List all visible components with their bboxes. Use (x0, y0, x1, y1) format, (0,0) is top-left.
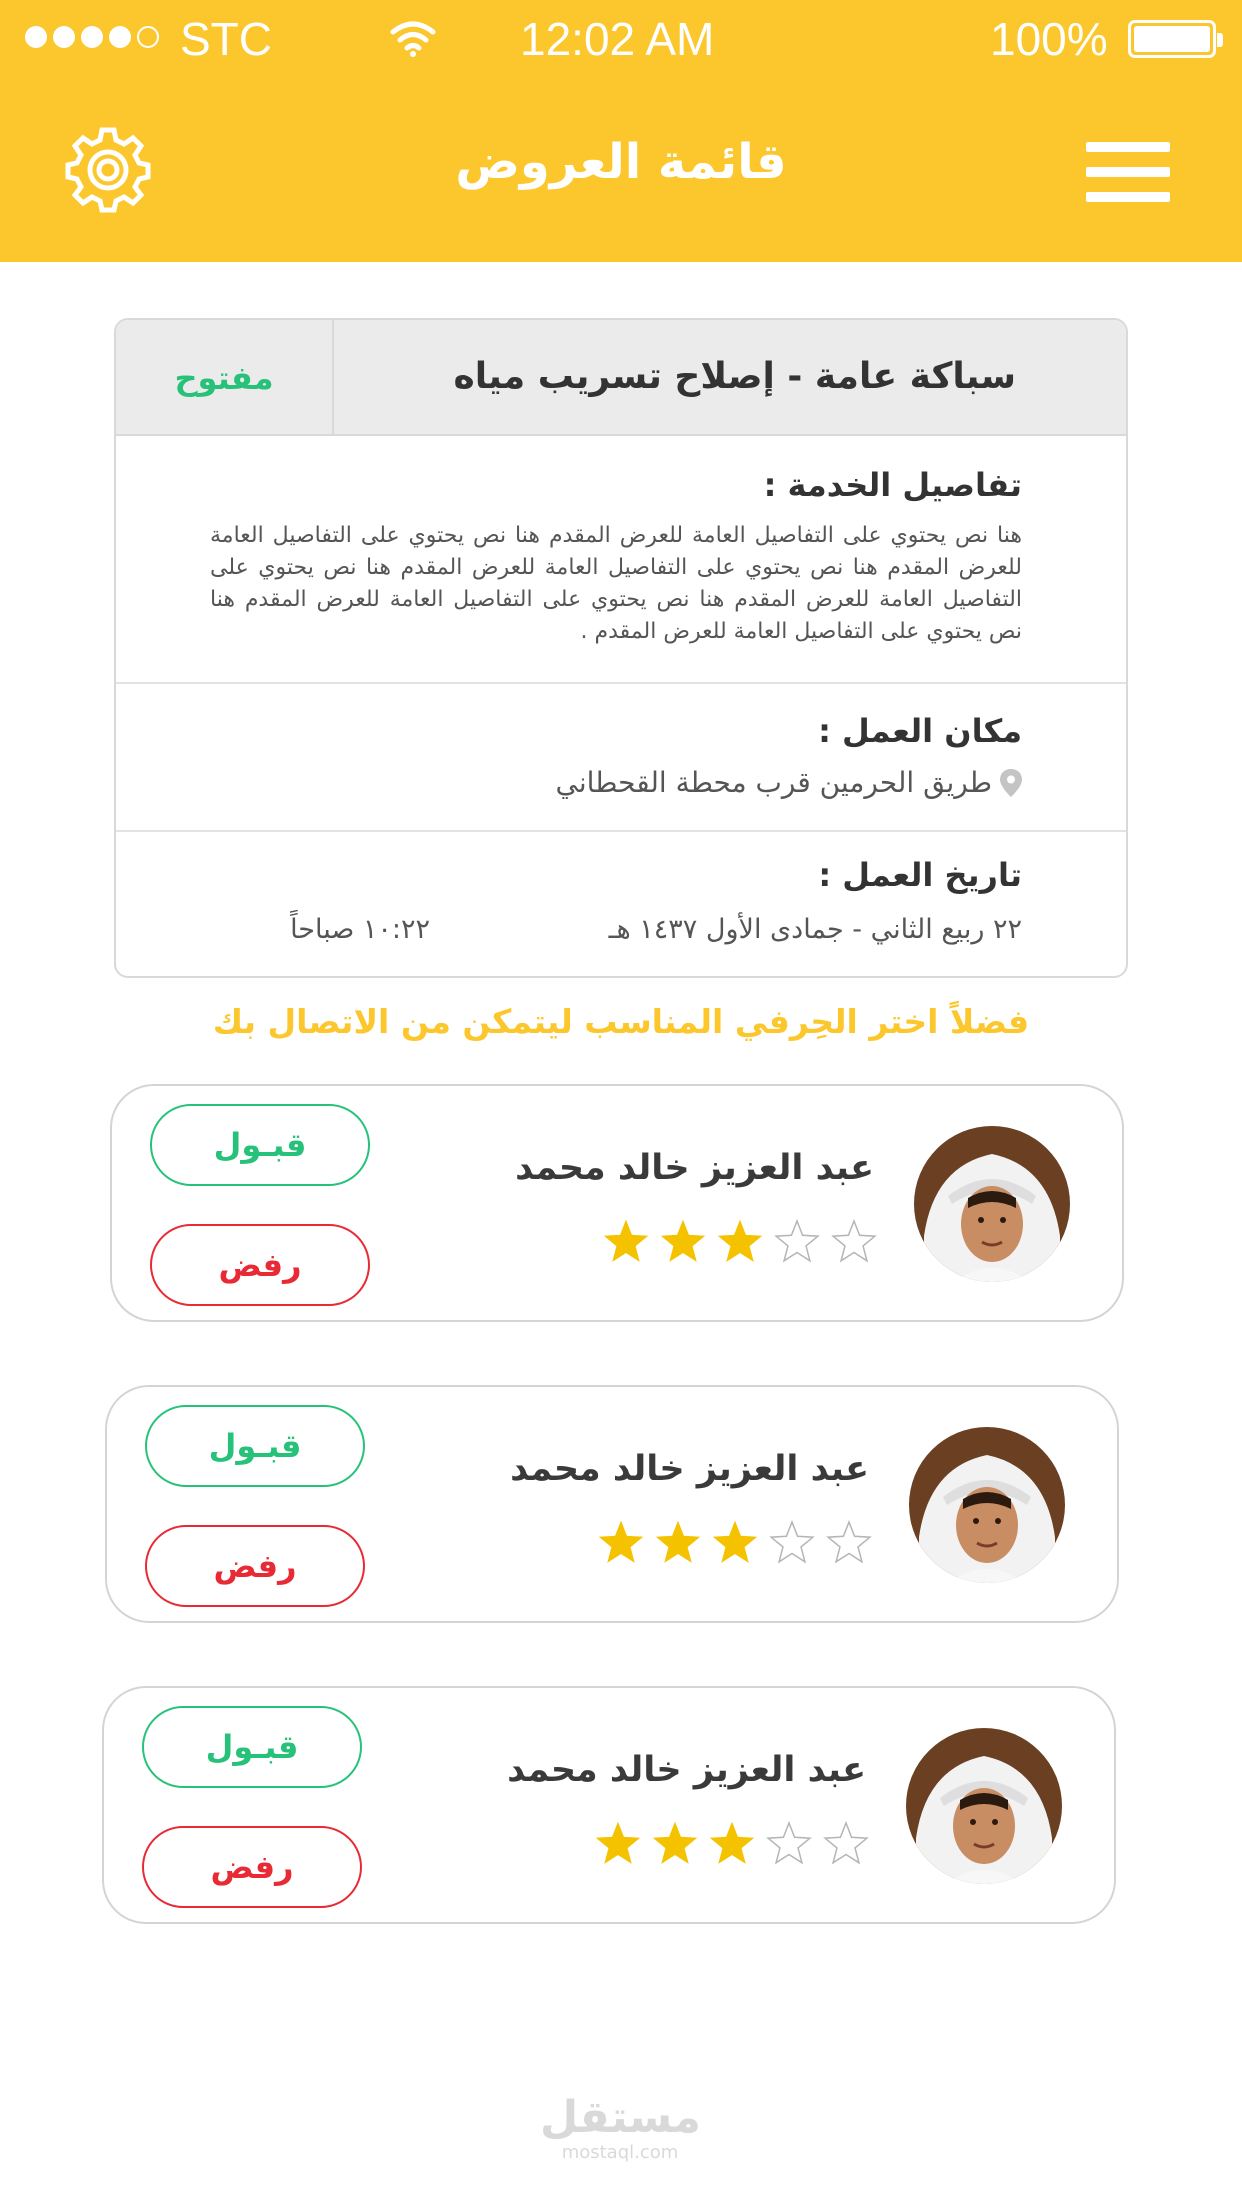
details-text: هنا نص يحتوي على التفاصيل العامة للعرض ا… (210, 523, 1022, 644)
date-heading: تاريخ العمل : (818, 856, 1022, 894)
page-title: قائمة العروض (455, 134, 787, 190)
avatar (906, 1728, 1062, 1884)
provider-name: عبد العزيز خالد محمد (507, 1750, 866, 1790)
request-header: مفتوح سباكة عامة - إصلاح تسريب مياه (116, 320, 1126, 436)
work-date: ٢٢ ربيع الثاني - جمادى الأول ١٤٣٧ هـ (608, 914, 1022, 945)
mostaql-watermark-logo: مستقل mostaql.com (540, 2092, 701, 2164)
watermark-latin: mostaql.com (561, 2142, 679, 2163)
star-empty-icon (774, 1218, 820, 1263)
star-rating (595, 1820, 869, 1865)
clock: 12:02 AM (520, 13, 715, 65)
star-filled-icon (603, 1219, 649, 1262)
service-title: سباكة عامة - إصلاح تسريب مياه (453, 356, 1016, 397)
provider-name: عبد العزيز خالد محمد (515, 1148, 874, 1188)
provider-name: عبد العزيز خالد محمد (510, 1449, 869, 1489)
hamburger-menu-icon[interactable] (1086, 142, 1170, 202)
accept-button[interactable]: قبـول (150, 1104, 370, 1186)
provider-card: عبد العزيز خالد محمد قبـول رفض (102, 1686, 1116, 1924)
location-heading: مكان العمل : (818, 712, 1022, 750)
battery-percent: 100% (990, 13, 1108, 65)
star-filled-icon (598, 1520, 644, 1563)
service-details-section: تفاصيل الخدمة : هنا نص يحتوي على التفاصي… (116, 436, 1126, 684)
signal-strength-icon (25, 26, 159, 48)
wifi-icon (390, 21, 436, 57)
app-header: STC 12:02 AM 100% قائمة العروض (0, 0, 1242, 262)
location-text: طريق الحرمين قرب محطة القحطاني (555, 766, 992, 799)
status-badge: مفتوح (116, 320, 334, 436)
location-row: طريق الحرمين قرب محطة القحطاني (555, 766, 1022, 799)
star-filled-icon (652, 1821, 698, 1864)
select-provider-prompt: فضلاً اختر الحِرفي المناسب ليتمكن من الا… (212, 1002, 1030, 1041)
details-heading: تفاصيل الخدمة : (763, 466, 1022, 504)
work-time: ١٠:٢٢ صباحاً (290, 914, 430, 945)
reject-button[interactable]: رفض (145, 1525, 365, 1607)
star-filled-icon (709, 1821, 755, 1864)
star-empty-icon (769, 1519, 815, 1564)
star-filled-icon (655, 1520, 701, 1563)
avatar (914, 1126, 1070, 1282)
map-pin-icon (1000, 768, 1022, 797)
battery-icon (1128, 20, 1223, 58)
carrier-name: STC (180, 13, 272, 65)
star-filled-icon (712, 1520, 758, 1563)
provider-card: عبد العزيز خالد محمد قبـول رفض (105, 1385, 1119, 1623)
watermark-arabic: مستقل (540, 2092, 701, 2143)
status-bar: STC 12:02 AM 100% (0, 0, 1242, 80)
provider-card: عبد العزيز خالد محمد قبـول رفض (110, 1084, 1124, 1322)
star-empty-icon (823, 1820, 869, 1865)
star-empty-icon (766, 1820, 812, 1865)
accept-button[interactable]: قبـول (145, 1405, 365, 1487)
star-filled-icon (717, 1219, 763, 1262)
location-section: مكان العمل : طريق الحرمين قرب محطة القحط… (116, 684, 1126, 832)
star-filled-icon (595, 1821, 641, 1864)
reject-button[interactable]: رفض (150, 1224, 370, 1306)
star-empty-icon (826, 1519, 872, 1564)
star-rating (598, 1519, 872, 1564)
reject-button[interactable]: رفض (142, 1826, 362, 1908)
star-filled-icon (660, 1219, 706, 1262)
date-section: تاريخ العمل : ٢٢ ربيع الثاني - جمادى الأ… (116, 832, 1126, 976)
gear-icon[interactable] (62, 124, 154, 216)
request-details-card: مفتوح سباكة عامة - إصلاح تسريب مياه تفاص… (114, 318, 1128, 978)
accept-button[interactable]: قبـول (142, 1706, 362, 1788)
star-empty-icon (831, 1218, 877, 1263)
star-rating (603, 1218, 877, 1263)
avatar (909, 1427, 1065, 1583)
